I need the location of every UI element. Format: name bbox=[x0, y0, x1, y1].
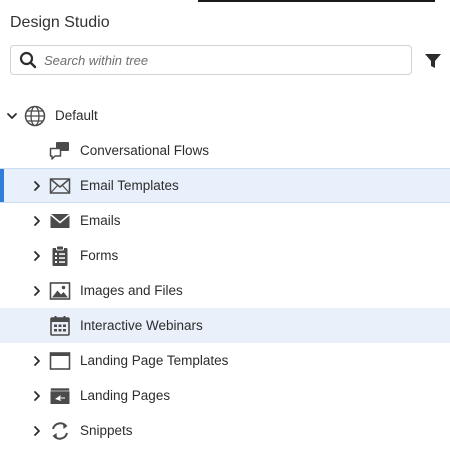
image-icon bbox=[49, 280, 71, 302]
search-input[interactable] bbox=[42, 51, 406, 69]
tree-item-label: Conversational Flows bbox=[80, 143, 210, 158]
snippet-icon bbox=[49, 420, 71, 442]
search-icon bbox=[18, 50, 38, 70]
tree-item-email-templates[interactable]: Email Templates bbox=[0, 168, 450, 203]
top-divider bbox=[198, 0, 435, 2]
tree-item-interactive-webinars[interactable]: Interactive Webinars bbox=[0, 308, 450, 343]
tree-item-images-and-files[interactable]: Images and Files bbox=[0, 273, 450, 308]
search-box[interactable] bbox=[10, 45, 412, 75]
chevron-right-icon[interactable] bbox=[31, 250, 43, 262]
chevron-down-icon[interactable] bbox=[6, 110, 18, 122]
panel-title: Design Studio bbox=[10, 14, 110, 31]
tree-item-forms[interactable]: Forms bbox=[0, 238, 450, 273]
envelope-outline-icon bbox=[49, 175, 71, 197]
tree-item-label: Landing Pages bbox=[80, 388, 171, 403]
chevron-right-icon[interactable] bbox=[31, 180, 43, 192]
tree-item-label: Images and Files bbox=[80, 283, 183, 298]
chevron-right-icon[interactable] bbox=[31, 425, 43, 437]
chevron-right-icon[interactable] bbox=[31, 215, 43, 227]
tree-item-emails[interactable]: Emails bbox=[0, 203, 450, 238]
tree-root-default[interactable]: Default bbox=[0, 98, 450, 133]
tree-root-label: Default bbox=[55, 108, 98, 123]
chat-icon bbox=[49, 140, 71, 162]
calendar-icon bbox=[49, 315, 71, 337]
tree-item-label: Emails bbox=[80, 213, 121, 228]
globe-icon bbox=[24, 105, 46, 127]
selection-indicator bbox=[0, 169, 4, 202]
tree-item-label: Interactive Webinars bbox=[80, 318, 203, 333]
tree-item-label: Email Templates bbox=[80, 178, 179, 193]
tree-item-label: Forms bbox=[80, 248, 119, 263]
chevron-right-icon[interactable] bbox=[31, 355, 43, 367]
clipboard-icon bbox=[49, 245, 71, 267]
tree-item-snippets[interactable]: Snippets bbox=[0, 413, 450, 448]
chevron-right-icon[interactable] bbox=[31, 285, 43, 297]
tree-item-conversational-flows[interactable]: Conversational Flows bbox=[0, 133, 450, 168]
tree-item-label: Snippets bbox=[80, 423, 133, 438]
chevron-right-icon[interactable] bbox=[31, 390, 43, 402]
page-template-icon bbox=[49, 350, 71, 372]
landing-page-icon bbox=[49, 385, 71, 407]
tree-item-label: Landing Page Templates bbox=[80, 353, 229, 368]
tree: Default Conversational Flows Email Templ… bbox=[0, 98, 450, 448]
tree-item-landing-pages[interactable]: Landing Pages bbox=[0, 378, 450, 413]
envelope-icon bbox=[49, 210, 71, 232]
filter-icon[interactable] bbox=[424, 52, 442, 70]
tree-item-landing-page-templates[interactable]: Landing Page Templates bbox=[0, 343, 450, 378]
